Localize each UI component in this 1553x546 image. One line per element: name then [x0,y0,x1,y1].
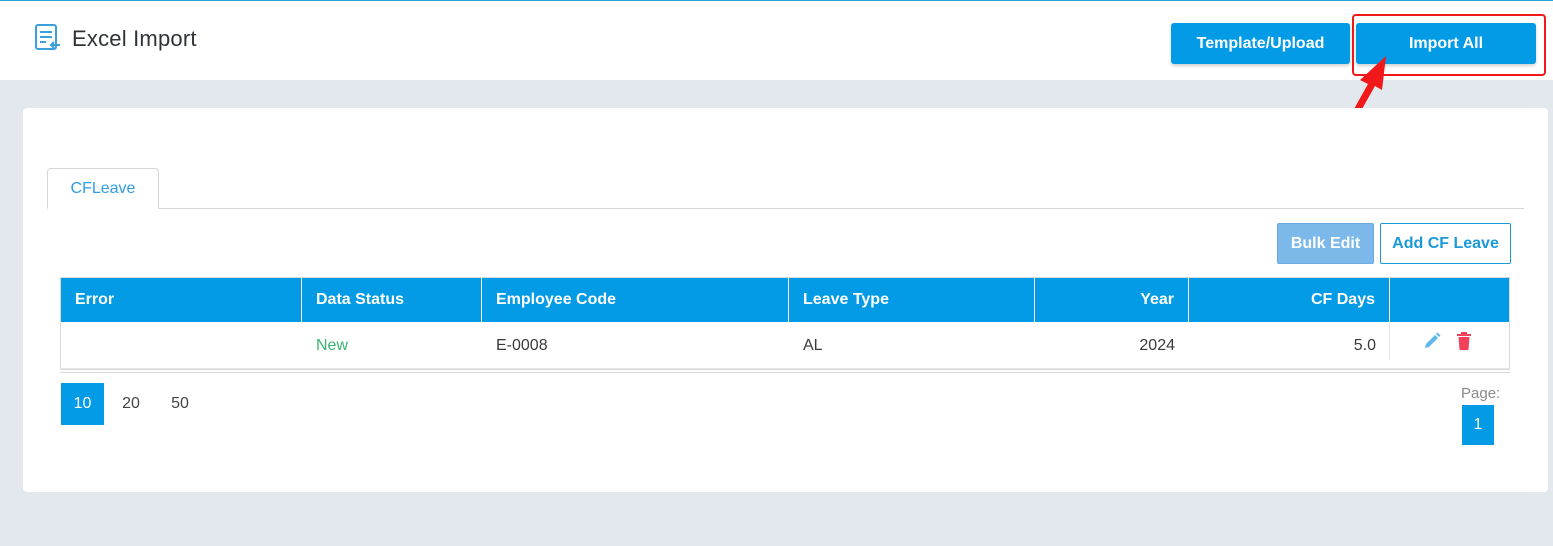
tab-bar-divider [47,208,1524,209]
add-cf-leave-button[interactable]: Add CF Leave [1380,223,1511,264]
column-header-cf-days[interactable]: CF Days [1189,278,1390,322]
page-title: Excel Import [72,26,197,51]
page-label: Page: [1461,385,1501,402]
cell-year: 2024 [1139,336,1175,354]
import-content-card: CFLeave Bulk Edit Add CF Leave Error Dat… [23,108,1548,492]
column-header-actions [1390,278,1509,322]
page-size-50[interactable]: 50 [160,383,200,425]
delete-icon[interactable] [1456,332,1472,350]
column-header-leave-type[interactable]: Leave Type [789,278,1035,322]
bulk-edit-button[interactable]: Bulk Edit [1277,223,1374,264]
cell-cf-days: 5.0 [1353,336,1376,354]
column-header-data-status[interactable]: Data Status [302,278,482,322]
cf-leave-table: Error Data Status Employee Code Leave Ty… [60,277,1510,370]
cell-error [61,322,302,369]
table-bottom-border [60,372,1510,373]
excel-import-icon [35,24,60,50]
cell-data-status: New [316,336,349,354]
actions-divider [1389,322,1390,360]
column-header-year[interactable]: Year [1035,278,1189,322]
page-button-1[interactable]: 1 [1462,405,1494,445]
page-size-20[interactable]: 20 [111,383,151,425]
edit-icon[interactable] [1423,332,1441,350]
tab-cfleave[interactable]: CFLeave [47,168,159,209]
column-header-employee-code[interactable]: Employee Code [482,278,789,322]
table-row: New E-0008 AL 2024 5.0 [61,322,1509,369]
table-header: Error Data Status Employee Code Leave Ty… [61,278,1509,322]
page-size-10[interactable]: 10 [61,383,104,425]
column-header-error[interactable]: Error [61,278,302,322]
cell-leave-type: AL [803,336,823,354]
cell-employee-code: E-0008 [496,336,548,354]
